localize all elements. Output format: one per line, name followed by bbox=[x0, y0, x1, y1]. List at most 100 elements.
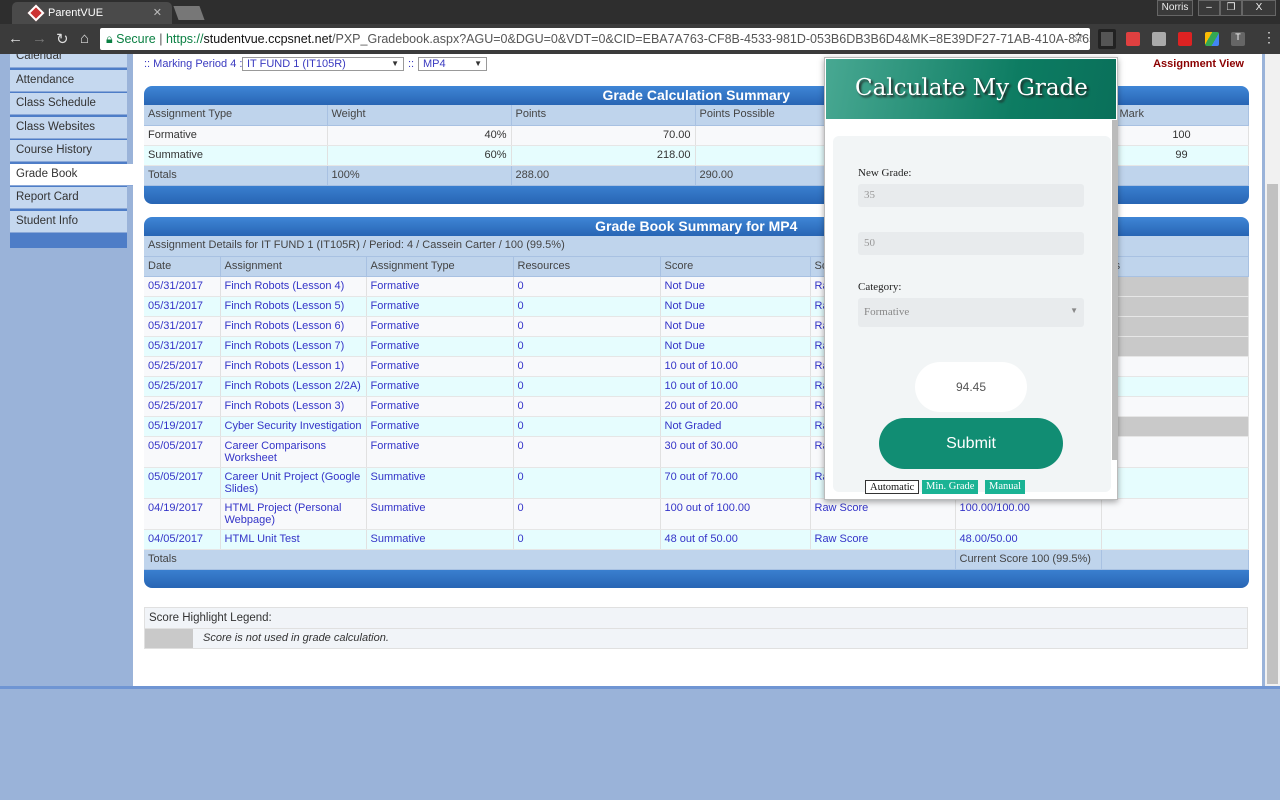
reload-icon[interactable]: ↻ bbox=[56, 30, 69, 48]
restore-icon[interactable]: ❐ bbox=[1220, 0, 1242, 16]
category-value: Formative bbox=[864, 306, 910, 318]
extension-icon[interactable] bbox=[1126, 32, 1140, 46]
close-window-icon[interactable]: X bbox=[1242, 0, 1276, 16]
mode-min-grade-tab[interactable]: Min. Grade bbox=[922, 480, 979, 494]
class-select[interactable]: IT FUND 1 (IT105R) ▼ bbox=[242, 57, 404, 71]
date-cell: 05/25/2017 bbox=[144, 396, 221, 417]
resources-cell[interactable]: 0 bbox=[513, 436, 661, 468]
assignment-link-cell[interactable]: Finch Robots (Lesson 2/2A) bbox=[220, 376, 367, 397]
resources-cell[interactable]: 0 bbox=[513, 336, 661, 357]
totals-label: Totals bbox=[144, 549, 956, 570]
resources-cell[interactable]: 0 bbox=[513, 316, 661, 337]
date-cell: 05/31/2017 bbox=[144, 276, 221, 297]
sidebar-item-student-info[interactable]: Student Info bbox=[10, 210, 127, 233]
sidebar-item-grade-book[interactable]: Grade Book bbox=[10, 163, 133, 186]
resources-cell[interactable]: 0 bbox=[513, 529, 661, 550]
address-bar[interactable]: 🔒︎ Secure | https://studentvue.ccpsnet.n… bbox=[100, 28, 1090, 50]
extension-icon[interactable] bbox=[1152, 32, 1166, 46]
google-drive-icon[interactable] bbox=[1205, 32, 1219, 46]
score-cell: 70 out of 70.00 bbox=[660, 467, 811, 499]
column-header: Assignment Type bbox=[144, 105, 328, 126]
assignment-link-cell[interactable]: Finch Robots (Lesson 6) bbox=[220, 316, 367, 337]
score-cell: Not Graded bbox=[660, 416, 811, 437]
resources-cell[interactable]: 0 bbox=[513, 396, 661, 417]
chevron-down-icon: ▼ bbox=[391, 59, 399, 68]
assignment-link-cell[interactable]: Career Comparisons Worksheet bbox=[220, 436, 367, 468]
assignment-link-cell[interactable]: Cyber Security Investigation bbox=[220, 416, 367, 437]
mode-automatic-tab[interactable]: Automatic bbox=[865, 480, 920, 494]
submit-button[interactable]: Submit bbox=[879, 418, 1063, 469]
sidebar-item-report-card[interactable]: Report Card bbox=[10, 187, 127, 209]
close-tab-icon[interactable]: ✕ bbox=[153, 6, 162, 19]
assignment-link-cell[interactable]: Finch Robots (Lesson 5) bbox=[220, 296, 367, 317]
assignment-type-cell: Formative bbox=[366, 336, 514, 357]
calculator-extension-icon[interactable] bbox=[1098, 29, 1116, 49]
sidebar-item-calendar[interactable]: Calendar bbox=[10, 54, 127, 68]
legend-item: Score is not used in grade calculation. bbox=[203, 632, 389, 644]
score-cell: Not Due bbox=[660, 296, 811, 317]
assignment-link-cell[interactable]: HTML Unit Test bbox=[220, 529, 367, 550]
notes-cell bbox=[1101, 316, 1249, 337]
category-select[interactable]: Formative ▼ bbox=[858, 298, 1084, 327]
resources-cell[interactable]: 0 bbox=[513, 296, 661, 317]
secure-label: Secure bbox=[116, 32, 156, 46]
resources-cell[interactable]: 0 bbox=[513, 376, 661, 397]
assignment-link-cell[interactable]: Finch Robots (Lesson 1) bbox=[220, 356, 367, 377]
browser-tab[interactable]: ParentVUE ✕ bbox=[12, 2, 172, 24]
url-scheme: https:// bbox=[165, 32, 204, 46]
page-scrollbar[interactable] bbox=[1265, 54, 1280, 686]
resources-cell[interactable]: 0 bbox=[513, 276, 661, 297]
legend-title: Score Highlight Legend: bbox=[145, 608, 1247, 629]
assignment-link-cell[interactable]: Career Unit Project (Google Slides) bbox=[220, 467, 367, 499]
resources-cell[interactable]: 0 bbox=[513, 467, 661, 499]
home-icon[interactable]: ⌂ bbox=[80, 30, 89, 47]
assignment-view-link[interactable]: Assignment View bbox=[1153, 58, 1244, 70]
assignment-link-cell[interactable]: HTML Project (Personal Webpage) bbox=[220, 498, 367, 530]
sidebar-item-course-history[interactable]: Course History bbox=[10, 140, 127, 162]
sidebar-item-class-schedule[interactable]: Class Schedule bbox=[10, 93, 127, 115]
score-input[interactable]: 35 bbox=[858, 184, 1084, 207]
assignment-link-cell[interactable]: Finch Robots (Lesson 3) bbox=[220, 396, 367, 417]
popup-title: Calculate My Grade bbox=[826, 59, 1116, 119]
browser-toolbar: ← → ↻ ⌂ 🔒︎ Secure | https://studentvue.c… bbox=[0, 24, 1280, 54]
summary-cell: Formative bbox=[144, 125, 328, 146]
column-header: Weight bbox=[327, 105, 512, 126]
calculate-grade-popup: Calculate My Grade New Grade: 35 50 Cate… bbox=[824, 57, 1118, 500]
column-header: Assignment Type bbox=[366, 256, 514, 277]
menu-icon[interactable]: ⋮ bbox=[1262, 29, 1276, 46]
sidebar: Calendar Attendance Class Schedule Class We… bbox=[10, 54, 133, 248]
notes-cell bbox=[1101, 276, 1249, 297]
extension-icon[interactable]: T bbox=[1231, 32, 1245, 46]
summary-cell: 99 bbox=[1115, 145, 1249, 166]
scrollbar-thumb[interactable] bbox=[1267, 184, 1278, 684]
chevron-down-icon: ▼ bbox=[474, 59, 482, 68]
date-cell: 05/25/2017 bbox=[144, 356, 221, 377]
bookmark-star-icon[interactable]: ☆ bbox=[1072, 29, 1085, 46]
profile-button[interactable]: Norris bbox=[1157, 0, 1193, 16]
date-cell: 05/25/2017 bbox=[144, 376, 221, 397]
sidebar-item-attendance[interactable]: Attendance bbox=[10, 69, 127, 92]
forward-icon[interactable]: → bbox=[32, 30, 47, 47]
total-input[interactable]: 50 bbox=[858, 232, 1084, 255]
column-header: Mark bbox=[1115, 105, 1249, 126]
assignment-link-cell[interactable]: Finch Robots (Lesson 7) bbox=[220, 336, 367, 357]
footer-divider bbox=[0, 686, 1280, 689]
mode-manual-tab[interactable]: Manual bbox=[985, 480, 1026, 494]
sidebar-item-class-websites[interactable]: Class Websites bbox=[10, 116, 127, 139]
assignment-row: 04/19/2017 HTML Project (Personal Webpage… bbox=[144, 498, 1249, 530]
new-tab-button[interactable] bbox=[173, 6, 205, 20]
assignment-type-cell: Summative bbox=[366, 529, 514, 550]
result-display: 94.45 bbox=[915, 362, 1027, 412]
period-select[interactable]: MP4 ▼ bbox=[418, 57, 487, 71]
minimize-icon[interactable]: – bbox=[1198, 0, 1220, 16]
back-icon[interactable]: ← bbox=[8, 30, 23, 47]
notes-cell bbox=[1101, 376, 1249, 397]
resources-cell[interactable]: 0 bbox=[513, 356, 661, 377]
notes-cell bbox=[1101, 416, 1249, 437]
resources-cell[interactable]: 0 bbox=[513, 416, 661, 437]
extension-icon[interactable] bbox=[1178, 32, 1192, 46]
popup-scrollbar[interactable] bbox=[1112, 120, 1117, 460]
notes-cell bbox=[1101, 529, 1249, 550]
assignment-link-cell[interactable]: Finch Robots (Lesson 4) bbox=[220, 276, 367, 297]
resources-cell[interactable]: 0 bbox=[513, 498, 661, 530]
